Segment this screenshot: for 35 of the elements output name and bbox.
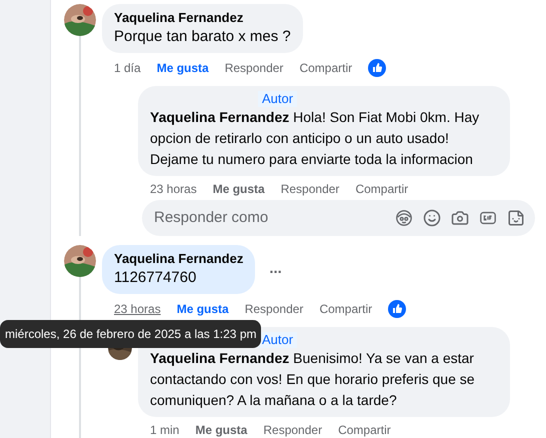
like-reaction-icon[interactable] <box>388 300 406 318</box>
share-link[interactable]: Compartir <box>299 59 352 77</box>
like-link[interactable]: Me gusta <box>212 180 265 198</box>
like-link[interactable]: Me gusta <box>195 421 248 438</box>
reply-link[interactable]: Responder <box>280 180 340 198</box>
gif-icon[interactable] <box>479 209 497 227</box>
author-badge: Autor <box>258 91 298 107</box>
share-link[interactable]: Compartir <box>338 421 391 438</box>
timestamp[interactable]: 1 min <box>150 421 180 438</box>
author-name[interactable]: Yaquelina Fernandez <box>114 251 244 267</box>
timestamp[interactable]: 1 día <box>114 59 141 77</box>
reply-box[interactable]: Responder como <box>142 200 535 236</box>
share-link[interactable]: Compartir <box>319 300 372 318</box>
reply-link[interactable]: Responder <box>224 59 284 77</box>
share-link[interactable]: Compartir <box>355 180 408 198</box>
comment-text: 1126774760 <box>114 268 198 288</box>
camera-icon[interactable] <box>451 209 469 227</box>
reply-text: Yaquelina Fernandez Hola! Son Fiat Mobi 0km. Hay opcion de retirarlo con anticipo o un auto usado! Dejame tu numero para enviarte toda la informacion <box>150 108 480 169</box>
like-link[interactable]: Me gusta <box>156 59 209 77</box>
comment-text: Porque tan barato x mes ? <box>114 27 291 47</box>
author-name[interactable]: Yaquelina Fernandez <box>114 10 291 26</box>
like-link[interactable]: Me gusta <box>176 300 229 318</box>
like-reaction-icon[interactable] <box>368 59 386 77</box>
reply-link[interactable]: Responder <box>244 300 304 318</box>
timestamp-tooltip: miércoles, 26 de febrero de 2025 a las 1:23 pm <box>0 320 262 348</box>
avatar-sticker-icon[interactable] <box>395 209 413 227</box>
timestamp[interactable]: 23 horas <box>150 180 197 198</box>
reply-link[interactable]: Responder <box>263 421 322 438</box>
timestamp[interactable]: 23 horas <box>114 300 161 318</box>
emoji-icon[interactable] <box>423 209 441 227</box>
author-badge: Autor <box>258 332 298 348</box>
sticker-icon[interactable] <box>507 209 525 227</box>
more-options-button[interactable]: ... <box>269 258 282 281</box>
reply-input[interactable]: Responder como <box>154 206 385 230</box>
reply-text: Yaquelina Fernandez Buenisimo! Ya se van a estar contactando con vos! En que horario preferis que se comuniquen? A la mañana o a la tarde? <box>150 349 476 410</box>
